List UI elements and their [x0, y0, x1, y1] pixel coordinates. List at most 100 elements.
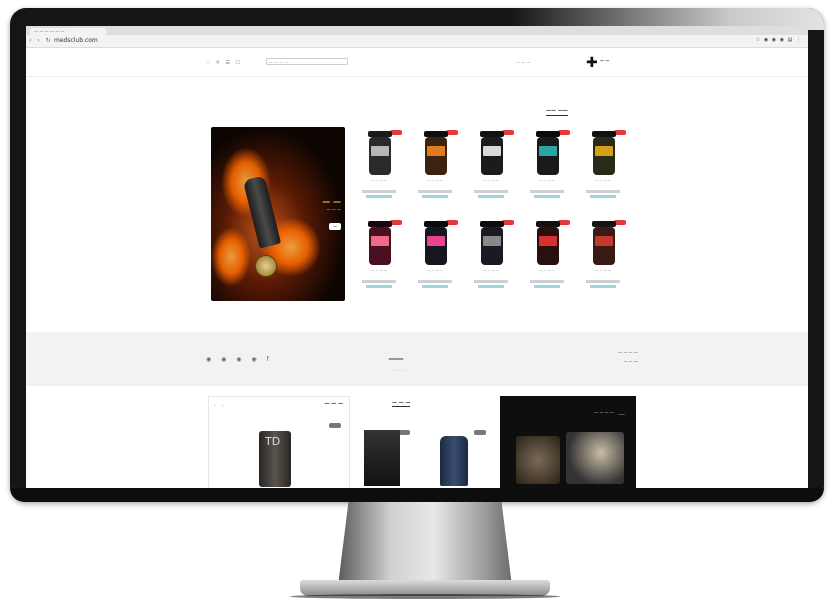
- product-card[interactable]: — — — —: [466, 128, 516, 210]
- product-rating: [590, 285, 616, 288]
- product-name[interactable]: — — — —: [466, 178, 516, 186]
- product-image[interactable]: [481, 137, 503, 175]
- product-label: [483, 146, 501, 156]
- brand-strip: ◉ ◉ ◉ ◉ f — — — — — — — — — — —: [26, 332, 808, 386]
- promo-banner[interactable]: — — — — — —: [211, 127, 345, 301]
- product-card[interactable]: — — — —: [578, 218, 628, 300]
- product-image[interactable]: [593, 227, 615, 265]
- product-label: [539, 146, 557, 156]
- product-label: [371, 146, 389, 156]
- product-card[interactable]: — — — —: [522, 218, 572, 300]
- product-image[interactable]: [364, 430, 400, 486]
- brand-logo[interactable]: —: [388, 348, 404, 367]
- monitor-stand: [338, 502, 512, 586]
- monitor-screen: — — — — — — ‹ › ↻ medsclub.com ☆ ◉ ◉ ◉ ▤…: [26, 26, 808, 488]
- product-card[interactable]: — — — —: [578, 128, 628, 210]
- site-logo[interactable]: ✚ — —: [586, 56, 634, 70]
- product-name[interactable]: — — — —: [354, 178, 404, 186]
- product-label: [595, 236, 613, 246]
- product-price: [362, 280, 396, 283]
- product-price: [362, 190, 396, 193]
- banner-subtitle: — — —: [326, 207, 341, 212]
- medal-icon: [255, 255, 277, 277]
- product-image[interactable]: [593, 137, 615, 175]
- banner-button[interactable]: —: [329, 223, 341, 230]
- dark-promo-panel[interactable]: — — — — —: [500, 396, 636, 488]
- product-rating: [366, 195, 392, 198]
- product-label: [539, 236, 557, 246]
- search-input[interactable]: — — — —: [266, 58, 348, 65]
- product-name[interactable]: — — — —: [410, 178, 460, 186]
- product-rating: [422, 195, 448, 198]
- promo-logo: —: [618, 410, 625, 418]
- promo-image: [516, 436, 560, 484]
- carousel-arrows[interactable]: ‹ ›: [214, 403, 226, 409]
- address-bar: ‹ › ↻ medsclub.com ☆ ◉ ◉ ◉ ▤ ⋮: [26, 35, 808, 48]
- product-price: [474, 280, 508, 283]
- bestseller-panel: — — —: [356, 396, 496, 488]
- product-price: [418, 190, 452, 193]
- contact-info: — — — — — — —: [566, 348, 638, 366]
- section-title: —— ——: [546, 108, 568, 116]
- product-image[interactable]: [537, 137, 559, 175]
- social-icons[interactable]: ◉ ◉ ◉ ◉ f: [206, 356, 273, 363]
- product-rating: [422, 285, 448, 288]
- panel-title: — — —: [324, 401, 343, 407]
- product-rating: [534, 285, 560, 288]
- product-card[interactable]: — — — —: [410, 218, 460, 300]
- product-image[interactable]: [481, 227, 503, 265]
- product-card[interactable]: — — — —: [410, 128, 460, 210]
- browser-tabstrip: — — — — — —: [26, 26, 808, 35]
- product-name[interactable]: — — — —: [578, 268, 628, 276]
- product-name[interactable]: — — — —: [578, 178, 628, 186]
- product-image[interactable]: [425, 227, 447, 265]
- header-menu[interactable]: — — —: [516, 60, 531, 65]
- product-name[interactable]: — — — —: [410, 268, 460, 276]
- product-card[interactable]: — — — —: [354, 128, 404, 210]
- product-name[interactable]: — — — —: [522, 268, 572, 276]
- product-image[interactable]: [425, 137, 447, 175]
- product-image[interactable]: [369, 137, 391, 175]
- product-image[interactable]: [440, 436, 468, 486]
- product-image[interactable]: [537, 227, 559, 265]
- banner-title: — —: [322, 197, 341, 206]
- product-name[interactable]: — — — —: [522, 178, 572, 186]
- flame-shape: [211, 227, 251, 287]
- product-image[interactable]: TD: [259, 431, 291, 487]
- extension-icons[interactable]: ☆ ◉ ◉ ◉ ▤ ⋮: [756, 37, 802, 43]
- product-name[interactable]: — — — —: [354, 268, 404, 276]
- product-label: [371, 236, 389, 246]
- featured-product-panel[interactable]: ‹ › — — — TD: [208, 396, 350, 488]
- discount-badge: [329, 423, 341, 428]
- product-rating: [366, 285, 392, 288]
- logo-text: — —: [600, 58, 610, 63]
- promo-image: [566, 432, 624, 484]
- url-field[interactable]: medsclub.com: [54, 37, 98, 45]
- product-rating: [478, 285, 504, 288]
- nav-buttons[interactable]: ‹ › ↻: [29, 37, 53, 44]
- header-icons[interactable]: ♡ ⚲ ☰ ☐: [206, 60, 242, 66]
- product-card[interactable]: — — — —: [354, 218, 404, 300]
- product-rating: [590, 195, 616, 198]
- product-price: [530, 280, 564, 283]
- browser-tab[interactable]: — — — — — —: [30, 28, 106, 35]
- monitor-chin: [10, 488, 824, 502]
- product-label: [427, 236, 445, 246]
- panel-title: — — —: [392, 400, 411, 407]
- product-image[interactable]: [369, 227, 391, 265]
- brand-tagline: — — —: [394, 368, 405, 372]
- discount-badge: [474, 430, 486, 435]
- product-price: [586, 280, 620, 283]
- contact-line: — — —: [623, 359, 638, 364]
- product-card[interactable]: — — — —: [466, 218, 516, 300]
- product-price: [586, 190, 620, 193]
- product-rating: [478, 195, 504, 198]
- product-grid: — — — — — — — — — — — — — — — — — — — — — — —…: [354, 128, 630, 304]
- product-label: [483, 236, 501, 246]
- product-card[interactable]: — — — —: [522, 128, 572, 210]
- product-name[interactable]: — — — —: [466, 268, 516, 276]
- product-price: [474, 190, 508, 193]
- product-rating: [534, 195, 560, 198]
- product-mark: TD: [265, 435, 281, 448]
- monitor-shadow: [290, 594, 560, 599]
